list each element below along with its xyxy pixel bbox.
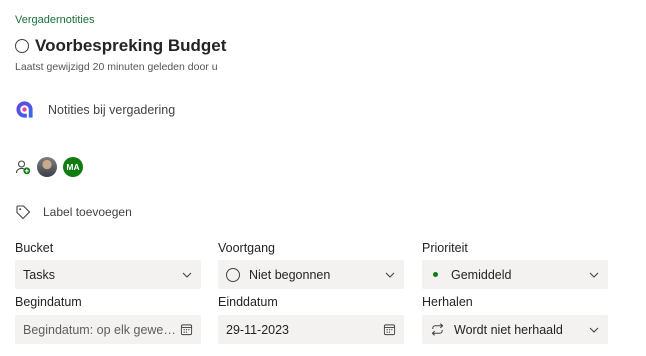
due-date-value: 29-11-2023 bbox=[226, 322, 290, 337]
progress-value: Niet begonnen bbox=[249, 267, 331, 282]
bucket-label: Bucket bbox=[15, 241, 54, 255]
start-date-label: Begindatum bbox=[15, 295, 82, 309]
progress-label: Voortgang bbox=[218, 241, 275, 255]
chevron-down-icon bbox=[589, 327, 599, 333]
avatar[interactable] bbox=[37, 157, 57, 177]
breadcrumb[interactable]: Vergadernotities bbox=[15, 14, 95, 26]
not-started-icon bbox=[226, 267, 240, 282]
complete-task-checkbox[interactable] bbox=[15, 39, 29, 53]
title-row: Voorbespreking Budget bbox=[15, 36, 226, 56]
calendar-icon[interactable] bbox=[383, 323, 396, 336]
page-title[interactable]: Voorbespreking Budget bbox=[35, 36, 226, 56]
priority-label: Prioriteit bbox=[422, 241, 468, 255]
chevron-down-icon bbox=[385, 272, 395, 278]
chevron-down-icon bbox=[589, 272, 599, 278]
priority-value: Gemiddeld bbox=[451, 267, 512, 282]
chevron-down-icon bbox=[182, 272, 192, 278]
due-date-field[interactable]: 29-11-2023 bbox=[218, 315, 404, 344]
repeat-icon bbox=[431, 323, 444, 336]
assignees: MA bbox=[15, 157, 83, 177]
tag-icon bbox=[16, 205, 31, 220]
last-modified-text: Laatst gewijzigd 20 minuten geleden door… bbox=[15, 61, 218, 73]
meeting-notes-link[interactable]: Notities bij vergadering bbox=[15, 100, 175, 119]
meeting-notes-label: Notities bij vergadering bbox=[48, 102, 176, 117]
add-person-icon[interactable] bbox=[15, 159, 31, 175]
add-label-button[interactable]: Label toevoegen bbox=[15, 204, 132, 220]
priority-dropdown[interactable]: Gemiddeld bbox=[422, 260, 608, 289]
repeat-dropdown[interactable]: Wordt niet herhaald bbox=[422, 315, 608, 344]
add-label-text: Label toevoegen bbox=[43, 205, 132, 219]
calendar-icon[interactable] bbox=[180, 323, 193, 336]
avatar-initials[interactable]: MA bbox=[63, 157, 83, 177]
due-date-label: Einddatum bbox=[218, 295, 278, 309]
progress-dropdown[interactable]: Niet begonnen bbox=[218, 260, 404, 289]
start-date-field[interactable]: Begindatum: op elk gewens... bbox=[15, 315, 201, 344]
repeat-label: Herhalen bbox=[422, 295, 473, 309]
loop-icon bbox=[16, 101, 33, 118]
repeat-value: Wordt niet herhaald bbox=[454, 322, 563, 337]
bucket-value: Tasks bbox=[23, 267, 55, 282]
bucket-dropdown[interactable]: Tasks bbox=[15, 260, 201, 289]
priority-dot-icon bbox=[433, 272, 438, 277]
start-date-placeholder: Begindatum: op elk gewens... bbox=[23, 322, 180, 337]
